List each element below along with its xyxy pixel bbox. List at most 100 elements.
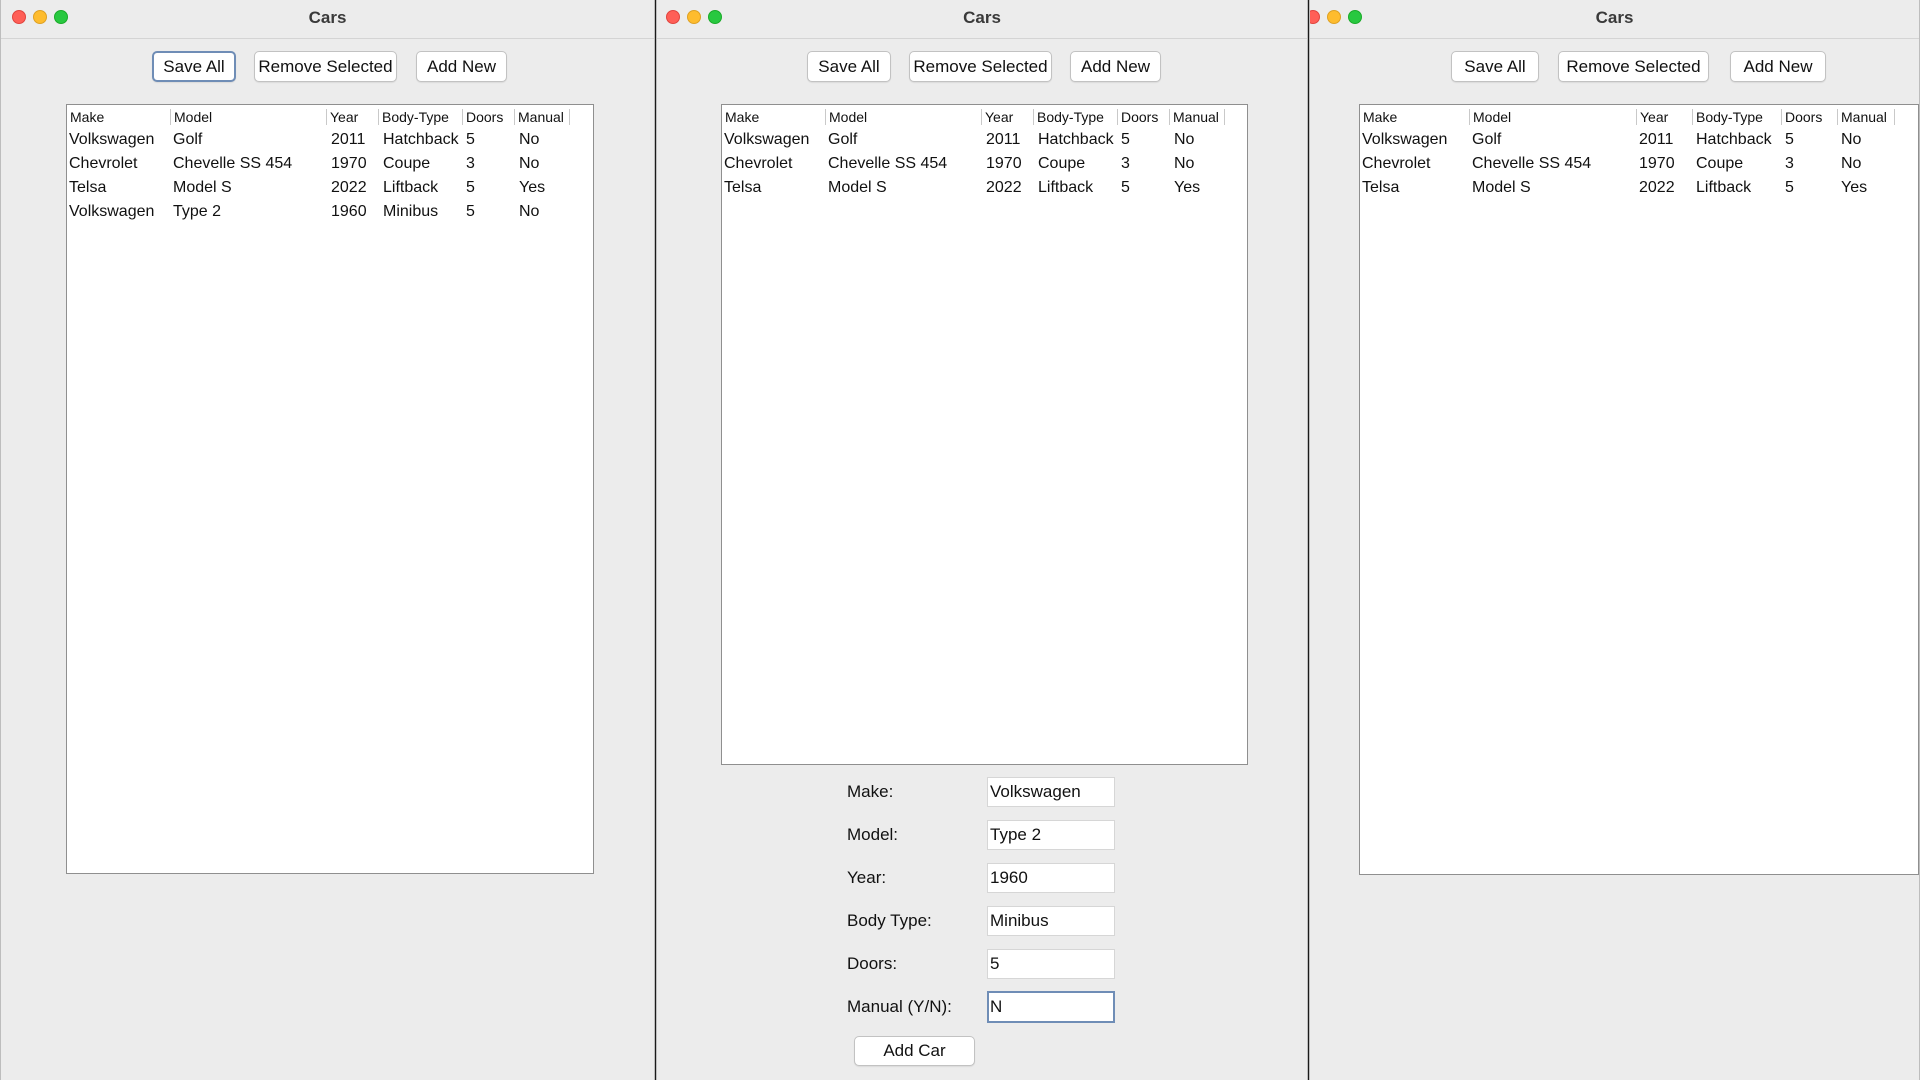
make-label: Make: — [847, 782, 894, 801]
table-header: Make Model Year Body-Type Doors Manual — [1360, 105, 1918, 129]
cell-make: Volkswagen — [69, 131, 155, 148]
cell-body-type: Liftback — [1696, 179, 1752, 196]
cell-manual: No — [1174, 131, 1195, 148]
table-row[interactable]: Volkswagen Golf 2011 Hatchback 5 No — [1360, 129, 1918, 153]
cell-body-type: Coupe — [1696, 155, 1744, 172]
cell-manual: No — [519, 203, 540, 220]
cell-doors: 5 — [1785, 131, 1794, 148]
cell-body-type: Hatchback — [1038, 131, 1114, 148]
column-header-make[interactable]: Make — [722, 109, 826, 125]
column-header-model[interactable]: Model — [1470, 109, 1637, 125]
column-header-doors[interactable]: Doors — [1118, 109, 1170, 125]
column-header-doors[interactable]: Doors — [463, 109, 515, 125]
column-header-body-type[interactable]: Body-Type — [1034, 109, 1118, 125]
column-header-year[interactable]: Year — [982, 109, 1034, 125]
cell-make: Chevrolet — [724, 155, 793, 172]
body-type-field[interactable] — [987, 906, 1115, 936]
table-row[interactable]: Volkswagen Type 2 1960 Minibus 5 No — [67, 201, 593, 225]
column-header-year[interactable]: Year — [1637, 109, 1693, 125]
add-new-button[interactable]: Add New — [416, 51, 507, 82]
cell-make: Chevrolet — [69, 155, 138, 172]
remove-selected-button[interactable]: Remove Selected — [254, 51, 397, 82]
cell-model: Golf — [173, 131, 203, 148]
table-row[interactable]: Volkswagen Golf 2011 Hatchback 5 No — [67, 129, 593, 153]
window-title: Cars — [1595, 8, 1634, 27]
column-header-manual[interactable]: Manual — [1838, 109, 1895, 125]
make-field[interactable] — [987, 777, 1115, 807]
column-header-body-type[interactable]: Body-Type — [379, 109, 463, 125]
column-header-year[interactable]: Year — [327, 109, 379, 125]
column-header-manual[interactable]: Manual — [1170, 109, 1225, 125]
cell-model: Model S — [1472, 179, 1531, 196]
cell-body-type: Hatchback — [1696, 131, 1772, 148]
remove-selected-button[interactable]: Remove Selected — [1558, 51, 1709, 82]
column-header-body-type[interactable]: Body-Type — [1693, 109, 1782, 125]
year-field[interactable] — [987, 863, 1115, 893]
cell-body-type: Liftback — [1038, 179, 1094, 196]
cell-manual: No — [1174, 155, 1195, 172]
table-row[interactable]: Chevrolet Chevelle SS 454 1970 Coupe 3 N… — [67, 153, 593, 177]
cell-year: 1970 — [331, 155, 367, 172]
cell-doors: 5 — [466, 203, 475, 220]
model-label: Model: — [847, 825, 899, 844]
table-row[interactable]: Telsa Model S 2022 Liftback 5 Yes — [1360, 177, 1918, 201]
cell-make: Chevrolet — [1362, 155, 1431, 172]
column-header-doors[interactable]: Doors — [1782, 109, 1838, 125]
add-new-button[interactable]: Add New — [1070, 51, 1161, 82]
save-all-button[interactable]: Save All — [807, 51, 891, 82]
cell-year: 1970 — [986, 155, 1022, 172]
column-header-manual[interactable]: Manual — [515, 109, 570, 125]
cell-model: Golf — [1472, 131, 1502, 148]
cell-make: Telsa — [1362, 179, 1400, 196]
cell-make: Volkswagen — [1362, 131, 1448, 148]
doors-field[interactable] — [987, 949, 1115, 979]
cell-year: 1970 — [1639, 155, 1675, 172]
cars-table[interactable]: Make Model Year Body-Type Doors Manual V… — [1359, 104, 1919, 875]
add-car-button[interactable]: Add Car — [854, 1036, 975, 1066]
cell-make: Telsa — [724, 179, 762, 196]
cell-body-type: Coupe — [1038, 155, 1086, 172]
cell-year: 2022 — [331, 179, 367, 196]
column-header-model[interactable]: Model — [171, 109, 327, 125]
cars-table[interactable]: Make Model Year Body-Type Doors Manual V… — [721, 104, 1248, 765]
cell-body-type: Hatchback — [383, 131, 459, 148]
column-header-model[interactable]: Model — [826, 109, 982, 125]
table-row[interactable]: Telsa Model S 2022 Liftback 5 Yes — [67, 177, 593, 201]
table-row[interactable]: Telsa Model S 2022 Liftback 5 Yes — [722, 177, 1247, 201]
add-new-button[interactable]: Add New — [1730, 51, 1826, 82]
cell-year: 2011 — [986, 131, 1021, 148]
cell-model: Golf — [828, 131, 858, 148]
model-field[interactable] — [987, 820, 1115, 850]
save-all-button[interactable]: Save All — [152, 51, 236, 82]
table-row[interactable]: Chevrolet Chevelle SS 454 1970 Coupe 3 N… — [1360, 153, 1918, 177]
cell-doors: 3 — [466, 155, 475, 172]
cars-table[interactable]: Make Model Year Body-Type Doors Manual V… — [66, 104, 594, 874]
column-header-make[interactable]: Make — [1360, 109, 1470, 125]
window-title: Cars — [963, 8, 1001, 27]
table-row[interactable]: Volkswagen Golf 2011 Hatchback 5 No — [722, 129, 1247, 153]
cell-manual: No — [1841, 131, 1862, 148]
title-bar: Cars — [1, 0, 654, 39]
cell-year: 2011 — [1639, 131, 1674, 148]
cars-window-2: Cars Save All Remove Selected Add New Ma… — [656, 0, 1308, 1080]
cell-manual: Yes — [1841, 179, 1868, 196]
cell-doors: 3 — [1121, 155, 1130, 172]
cell-year: 2011 — [331, 131, 366, 148]
cell-doors: 5 — [1121, 179, 1130, 196]
cell-model: Model S — [828, 179, 887, 196]
table-row[interactable]: Chevrolet Chevelle SS 454 1970 Coupe 3 N… — [722, 153, 1247, 177]
cell-doors: 5 — [466, 131, 475, 148]
doors-label: Doors: — [847, 954, 898, 973]
remove-selected-button[interactable]: Remove Selected — [909, 51, 1052, 82]
cell-manual: Yes — [519, 179, 546, 196]
manual-label: Manual (Y/N): — [847, 997, 952, 1016]
save-all-button[interactable]: Save All — [1451, 51, 1539, 82]
body-type-label: Body Type: — [847, 911, 932, 930]
manual-field[interactable] — [987, 991, 1115, 1023]
cars-window-1: Cars Save All Remove Selected Add New Ma… — [0, 0, 655, 1080]
cell-doors: 3 — [1785, 155, 1794, 172]
cell-doors: 5 — [1785, 179, 1794, 196]
cell-body-type: Coupe — [383, 155, 431, 172]
cell-model: Model S — [173, 179, 232, 196]
column-header-make[interactable]: Make — [67, 109, 171, 125]
